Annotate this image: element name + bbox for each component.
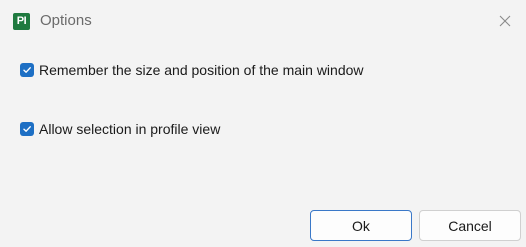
close-icon: [499, 15, 511, 27]
remember-window-checkbox[interactable]: [20, 63, 34, 77]
checkmark-icon: [23, 126, 31, 132]
dialog-title: Options: [40, 12, 92, 29]
options-dialog: PI Options Remember the size and positio…: [0, 0, 526, 247]
checkmark-icon: [23, 67, 31, 73]
cancel-button[interactable]: Cancel: [419, 210, 521, 241]
allow-selection-option[interactable]: Allow selection in profile view: [20, 121, 220, 137]
title-bar: PI Options: [0, 0, 526, 42]
allow-selection-label: Allow selection in profile view: [39, 121, 221, 137]
remember-window-label: Remember the size and position of the ma…: [39, 62, 364, 78]
close-button[interactable]: [494, 10, 516, 32]
remember-window-option[interactable]: Remember the size and position of the ma…: [20, 62, 364, 78]
ok-button[interactable]: Ok: [310, 210, 412, 241]
allow-selection-checkbox[interactable]: [20, 122, 34, 136]
app-logo-icon: PI: [13, 13, 30, 30]
